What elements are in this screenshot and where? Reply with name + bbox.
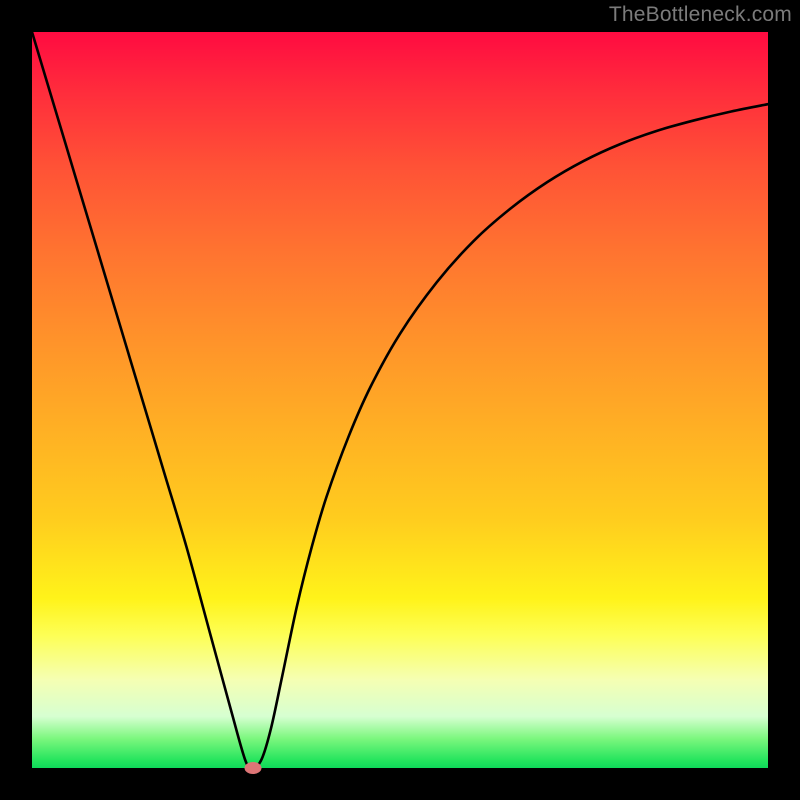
chart-frame: TheBottleneck.com [0, 0, 800, 800]
curve-svg [32, 32, 768, 768]
plot-area [32, 32, 768, 768]
watermark-text: TheBottleneck.com [609, 3, 792, 27]
bottleneck-curve [32, 32, 768, 768]
minimum-marker-icon [244, 762, 261, 774]
